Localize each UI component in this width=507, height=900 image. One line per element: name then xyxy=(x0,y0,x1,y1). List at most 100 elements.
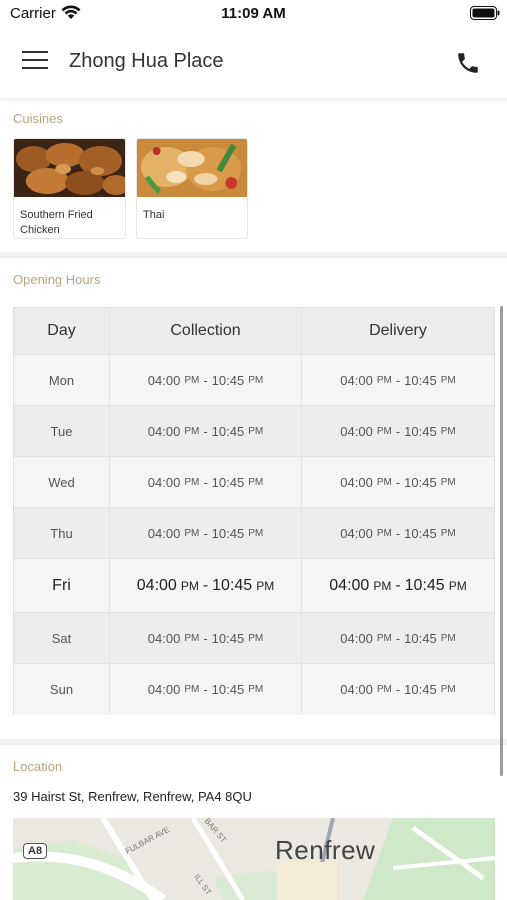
table-header-row: Day Collection Delivery xyxy=(14,308,494,355)
delivery-hours-cell: 04:00 PM -10:45 PM xyxy=(302,613,494,663)
nav-bar: Zhong Hua Place xyxy=(0,28,507,98)
open-time: 04:00 xyxy=(340,474,373,490)
fried-chicken-image xyxy=(14,139,125,197)
pm-suffix: PM xyxy=(180,578,199,593)
open-time: 04:00 xyxy=(147,682,181,697)
open-time: 04:00 xyxy=(147,423,181,439)
map-background xyxy=(13,818,495,900)
pm-suffix: PM xyxy=(248,374,264,386)
cuisine-name: Southern Fried Chicken xyxy=(20,209,93,236)
pm-suffix: PM xyxy=(440,425,456,437)
collection-hours-cell: 04:00 PM -10:45 PM xyxy=(110,355,302,405)
section-divider xyxy=(0,739,507,745)
close-time: 10:45 xyxy=(404,525,437,541)
status-time: 11:09 AM xyxy=(221,5,286,22)
time-separator: - xyxy=(395,682,401,697)
time-separator: - xyxy=(395,423,401,439)
time-separator: - xyxy=(395,372,401,388)
open-time: 04:00 xyxy=(147,630,181,646)
time-separator: - xyxy=(395,525,401,541)
pm-suffix: PM xyxy=(440,527,456,539)
pm-suffix: PM xyxy=(440,476,456,488)
address-text: 39 Hairst St, Renfrew, Renfrew, PA4 8QU xyxy=(13,789,252,804)
day-cell: Mon xyxy=(14,355,110,405)
battery-icon xyxy=(470,6,500,20)
table-row: Mon 04:00 PM -10:45 PM 04:00 PM -10:45 PM xyxy=(14,355,494,406)
close-time: 10:45 xyxy=(404,682,437,697)
cuisine-name: Thai xyxy=(143,209,165,221)
pm-suffix: PM xyxy=(248,632,264,644)
collection-hours-cell: 04:00 PM -10:45 PM xyxy=(110,406,302,456)
pm-suffix: PM xyxy=(184,632,200,644)
time-separator: - xyxy=(395,630,401,646)
open-time: 04:00 xyxy=(340,372,373,388)
open-time: 04:00 xyxy=(340,525,373,541)
opening-hours-section-label: Opening Hours xyxy=(13,272,101,287)
pm-suffix: PM xyxy=(448,578,467,593)
close-time: 10:45 xyxy=(404,372,437,388)
table-row: Tue 04:00 PM -10:45 PM 04:00 PM -10:45 PM xyxy=(14,406,494,457)
opening-hours-table: Day Collection Delivery Mon 04:00 PM -10:45… xyxy=(13,307,495,715)
time-separator: - xyxy=(202,576,209,594)
day-cell: Wed xyxy=(14,457,110,507)
table-row: Sun 04:00 PM -10:45 PM 04:00 PM -10:45 PM xyxy=(14,664,494,715)
time-separator: - xyxy=(203,682,208,697)
phone-icon[interactable] xyxy=(455,50,481,76)
pm-suffix: PM xyxy=(184,425,200,437)
pm-suffix: PM xyxy=(376,684,392,695)
table-row: Wed 04:00 PM -10:45 PM 04:00 PM -10:45 PM xyxy=(14,457,494,508)
table-row: Thu 04:00 PM -10:45 PM 04:00 PM -10:45 PM xyxy=(14,508,494,559)
collection-hours-cell: 04:00 PM -10:45 PM xyxy=(110,613,302,663)
delivery-hours-cell: 04:00 PM -10:45 PM xyxy=(302,355,494,405)
column-header-collection: Collection xyxy=(110,308,302,354)
location-section-label: Location xyxy=(13,759,63,774)
cuisine-card-thai[interactable]: Thai xyxy=(136,138,248,239)
open-time: 04:00 xyxy=(329,576,370,594)
time-separator: - xyxy=(203,423,208,439)
delivery-hours-cell: 04:00 PM -10:45 PM xyxy=(302,457,494,507)
open-time: 04:00 xyxy=(340,423,373,439)
cuisine-card-southern-fried-chicken[interactable]: Southern Fried Chicken xyxy=(13,138,126,239)
open-time: 04:00 xyxy=(340,630,373,646)
close-time: 10:45 xyxy=(211,630,245,646)
close-time: 10:45 xyxy=(404,474,437,490)
pm-suffix: PM xyxy=(256,578,275,593)
table-row: Sat 04:00 PM -10:45 PM 04:00 PM -10:45 PM xyxy=(14,613,494,664)
scroll-indicator[interactable] xyxy=(500,306,503,776)
thai-food-image xyxy=(137,139,247,197)
collection-hours-cell: 04:00 PM -10:45 PM xyxy=(110,508,302,558)
open-time: 04:00 xyxy=(147,525,181,541)
pm-suffix: PM xyxy=(376,374,392,386)
pm-suffix: PM xyxy=(376,527,392,539)
hamburger-menu-icon[interactable] xyxy=(22,51,48,73)
pm-suffix: PM xyxy=(248,527,264,539)
pm-suffix: PM xyxy=(184,374,200,386)
cuisines-section-label: Cuisines xyxy=(13,111,63,126)
open-time: 04:00 xyxy=(136,576,177,594)
close-time: 10:45 xyxy=(404,576,445,594)
close-time: 10:45 xyxy=(404,423,437,439)
time-separator: - xyxy=(203,372,208,388)
pm-suffix: PM xyxy=(373,578,392,593)
time-separator: - xyxy=(203,525,208,541)
close-time: 10:45 xyxy=(211,474,245,490)
pm-suffix: PM xyxy=(376,632,392,644)
column-header-day: Day xyxy=(14,308,110,354)
page-title: Zhong Hua Place xyxy=(69,50,224,72)
pm-suffix: PM xyxy=(440,374,456,386)
day-cell: Sat xyxy=(14,613,110,663)
pm-suffix: PM xyxy=(248,476,264,488)
day-cell: Thu xyxy=(14,508,110,558)
close-time: 10:45 xyxy=(211,423,245,439)
time-separator: - xyxy=(395,576,401,594)
time-separator: - xyxy=(203,474,208,490)
location-map[interactable]: A8 FULBAR AVE BAR ST ILL ST Renfrew xyxy=(13,818,495,900)
status-bar: Carrier 11:09 AM xyxy=(0,0,507,28)
collection-hours-cell: 04:00 PM -10:45 PM xyxy=(110,559,302,612)
pm-suffix: PM xyxy=(376,476,392,488)
time-separator: - xyxy=(395,474,401,490)
day-cell: Fri xyxy=(14,559,110,612)
close-time: 10:45 xyxy=(211,525,245,541)
table-row: Fri 04:00 PM -10:45 PM 04:00 PM -10:45 PM xyxy=(14,559,494,613)
road-badge: A8 xyxy=(23,843,48,859)
